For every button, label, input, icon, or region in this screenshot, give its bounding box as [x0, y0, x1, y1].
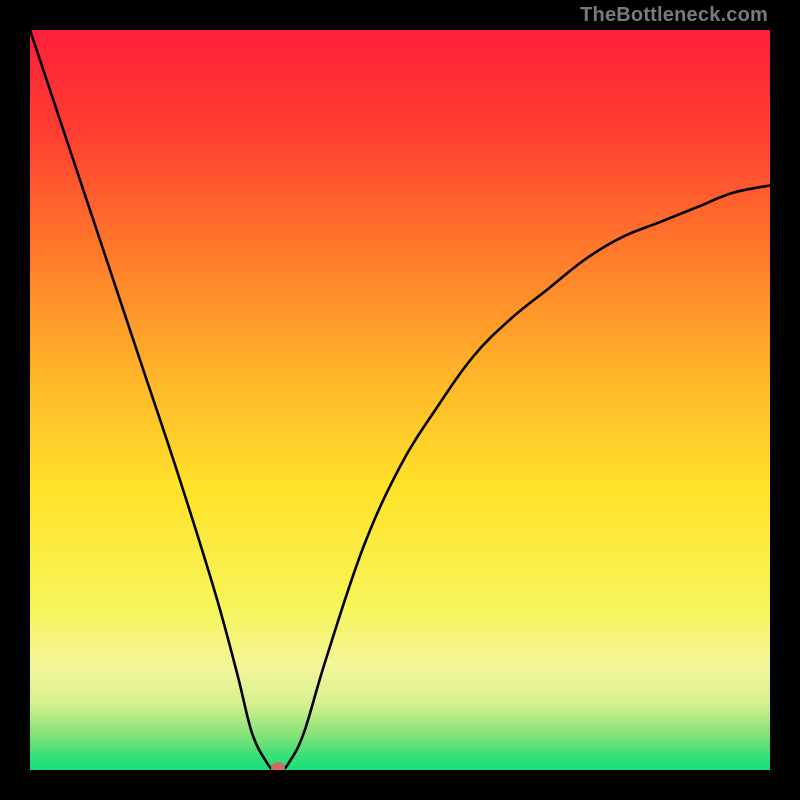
- chart-stage: TheBottleneck.com: [0, 0, 800, 800]
- bottleneck-curve: [30, 30, 770, 770]
- minimum-marker: [271, 762, 285, 770]
- watermark-text: TheBottleneck.com: [580, 4, 768, 27]
- plot-area: [30, 30, 770, 770]
